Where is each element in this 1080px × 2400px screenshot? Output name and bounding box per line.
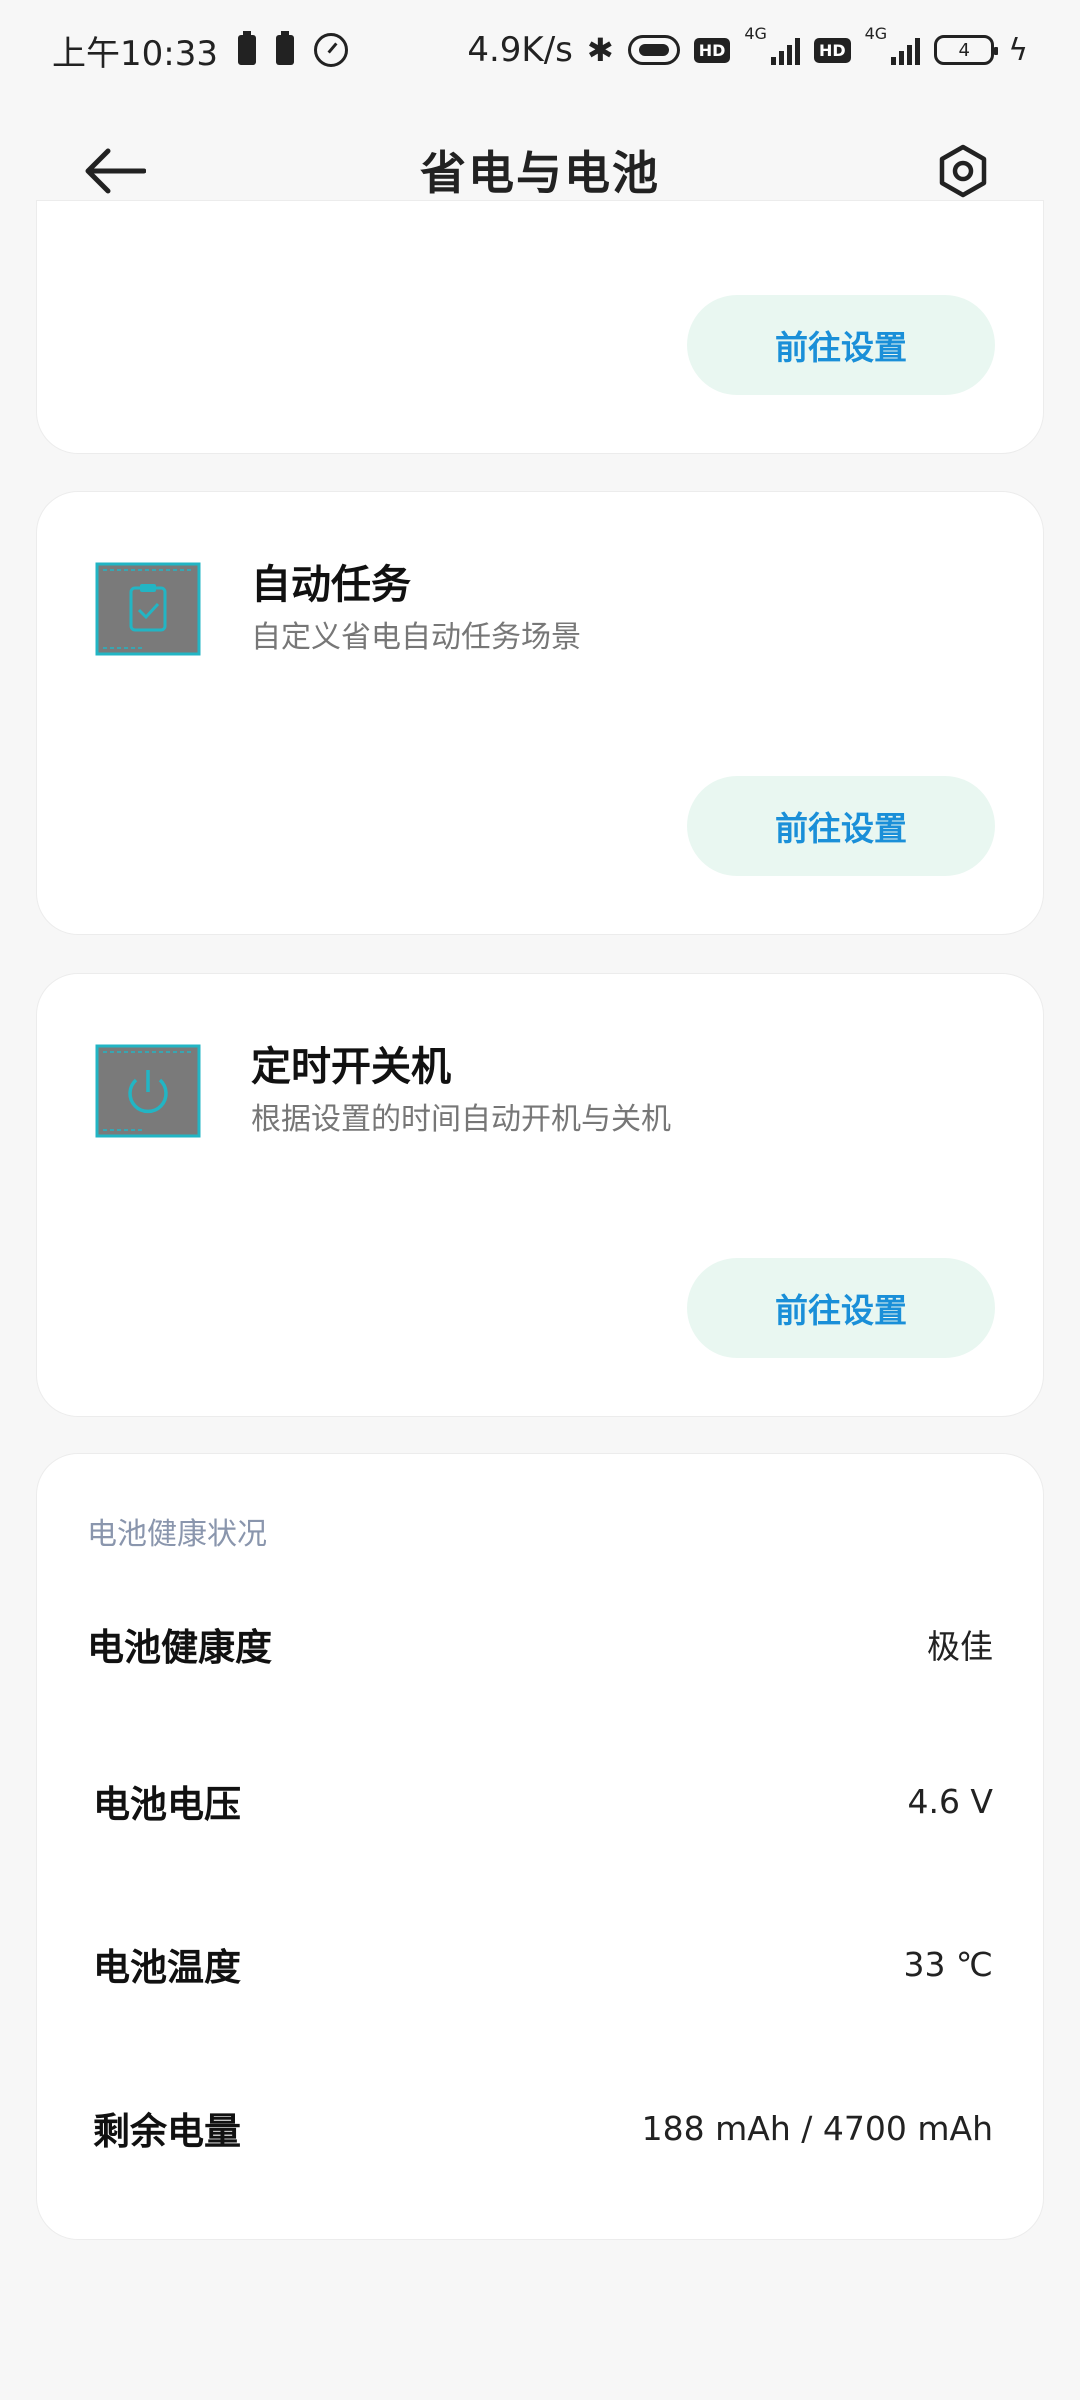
remaining-capacity-row: 剩余电量 188 mAh / 4700 mAh <box>93 2088 993 2168</box>
signal-icon-2 <box>891 35 921 65</box>
speedometer-icon <box>313 33 348 67</box>
feature-card-auto-task: 自动任务 自定义省电自动任务场景 前往设置 <box>36 491 1044 935</box>
hd-icon: HD <box>693 37 731 63</box>
row-label: 电池温度 <box>93 1946 241 1989</box>
power-icon <box>95 1044 201 1138</box>
status-time: 上午10:33 <box>52 33 218 74</box>
feature-card-previous: 前往设置 <box>36 200 1044 454</box>
hotspot-icon <box>627 35 680 65</box>
row-label: 电池健康度 <box>87 1626 272 1669</box>
row-value: 33 ℃ <box>903 1944 993 1984</box>
battery-saver-icon-2 <box>275 31 294 65</box>
status-bar: 上午10:33 4.9K/s ✱ HD 4G HD 4G 4 ϟ <box>0 0 1080 100</box>
net-speed: 4.9K/s <box>467 30 573 70</box>
card-title: 自动任务 <box>251 562 411 608</box>
battery-voltage-row: 电池电压 4.6 V <box>93 1761 993 1841</box>
card-title: 定时开关机 <box>251 1044 451 1090</box>
row-value: 188 mAh / 4700 mAh <box>641 2108 993 2148</box>
row-value: 极佳 <box>927 1627 993 1666</box>
section-title: 电池健康状况 <box>87 1517 267 1552</box>
row-label: 电池电压 <box>93 1783 241 1826</box>
row-label: 剩余电量 <box>93 2110 241 2153</box>
bluetooth-icon: ✱ <box>586 31 614 69</box>
card-description: 根据设置的时间自动开机与关机 <box>251 1102 671 1137</box>
card-description: 自定义省电自动任务场景 <box>251 620 581 655</box>
battery-health-card: 电池健康状况 电池健康度 极佳 电池电压 4.6 V 电池温度 33 ℃ 剩余电… <box>36 1453 1044 2240</box>
row-value: 4.6 V <box>907 1781 993 1821</box>
go-settings-button[interactable]: 前往设置 <box>687 776 995 876</box>
hd-icon-2: HD <box>813 37 851 63</box>
hexagon-settings-icon <box>939 144 987 198</box>
page-title: 省电与电池 <box>420 146 660 200</box>
clipboard-check-icon <box>95 562 201 656</box>
arrow-left-icon <box>85 148 147 194</box>
battery-icon: 4 <box>934 35 999 65</box>
battery-health-row: 电池健康度 极佳 <box>87 1604 993 1684</box>
back-button[interactable] <box>84 147 147 195</box>
battery-temperature-row: 电池温度 33 ℃ <box>93 1924 993 2004</box>
signal-icon <box>770 35 800 65</box>
settings-button[interactable] <box>936 144 990 198</box>
battery-saver-icon <box>237 31 256 65</box>
battery-level: 4 <box>958 39 970 61</box>
charging-bolt-icon: ϟ <box>1008 32 1028 68</box>
go-settings-button[interactable]: 前往设置 <box>687 295 995 395</box>
network-type-label: 4G <box>744 24 767 43</box>
go-settings-button[interactable]: 前往设置 <box>687 1258 995 1358</box>
network-type-label-2: 4G <box>864 24 888 43</box>
feature-card-scheduled-power: 定时开关机 根据设置的时间自动开机与关机 前往设置 <box>36 973 1044 1417</box>
